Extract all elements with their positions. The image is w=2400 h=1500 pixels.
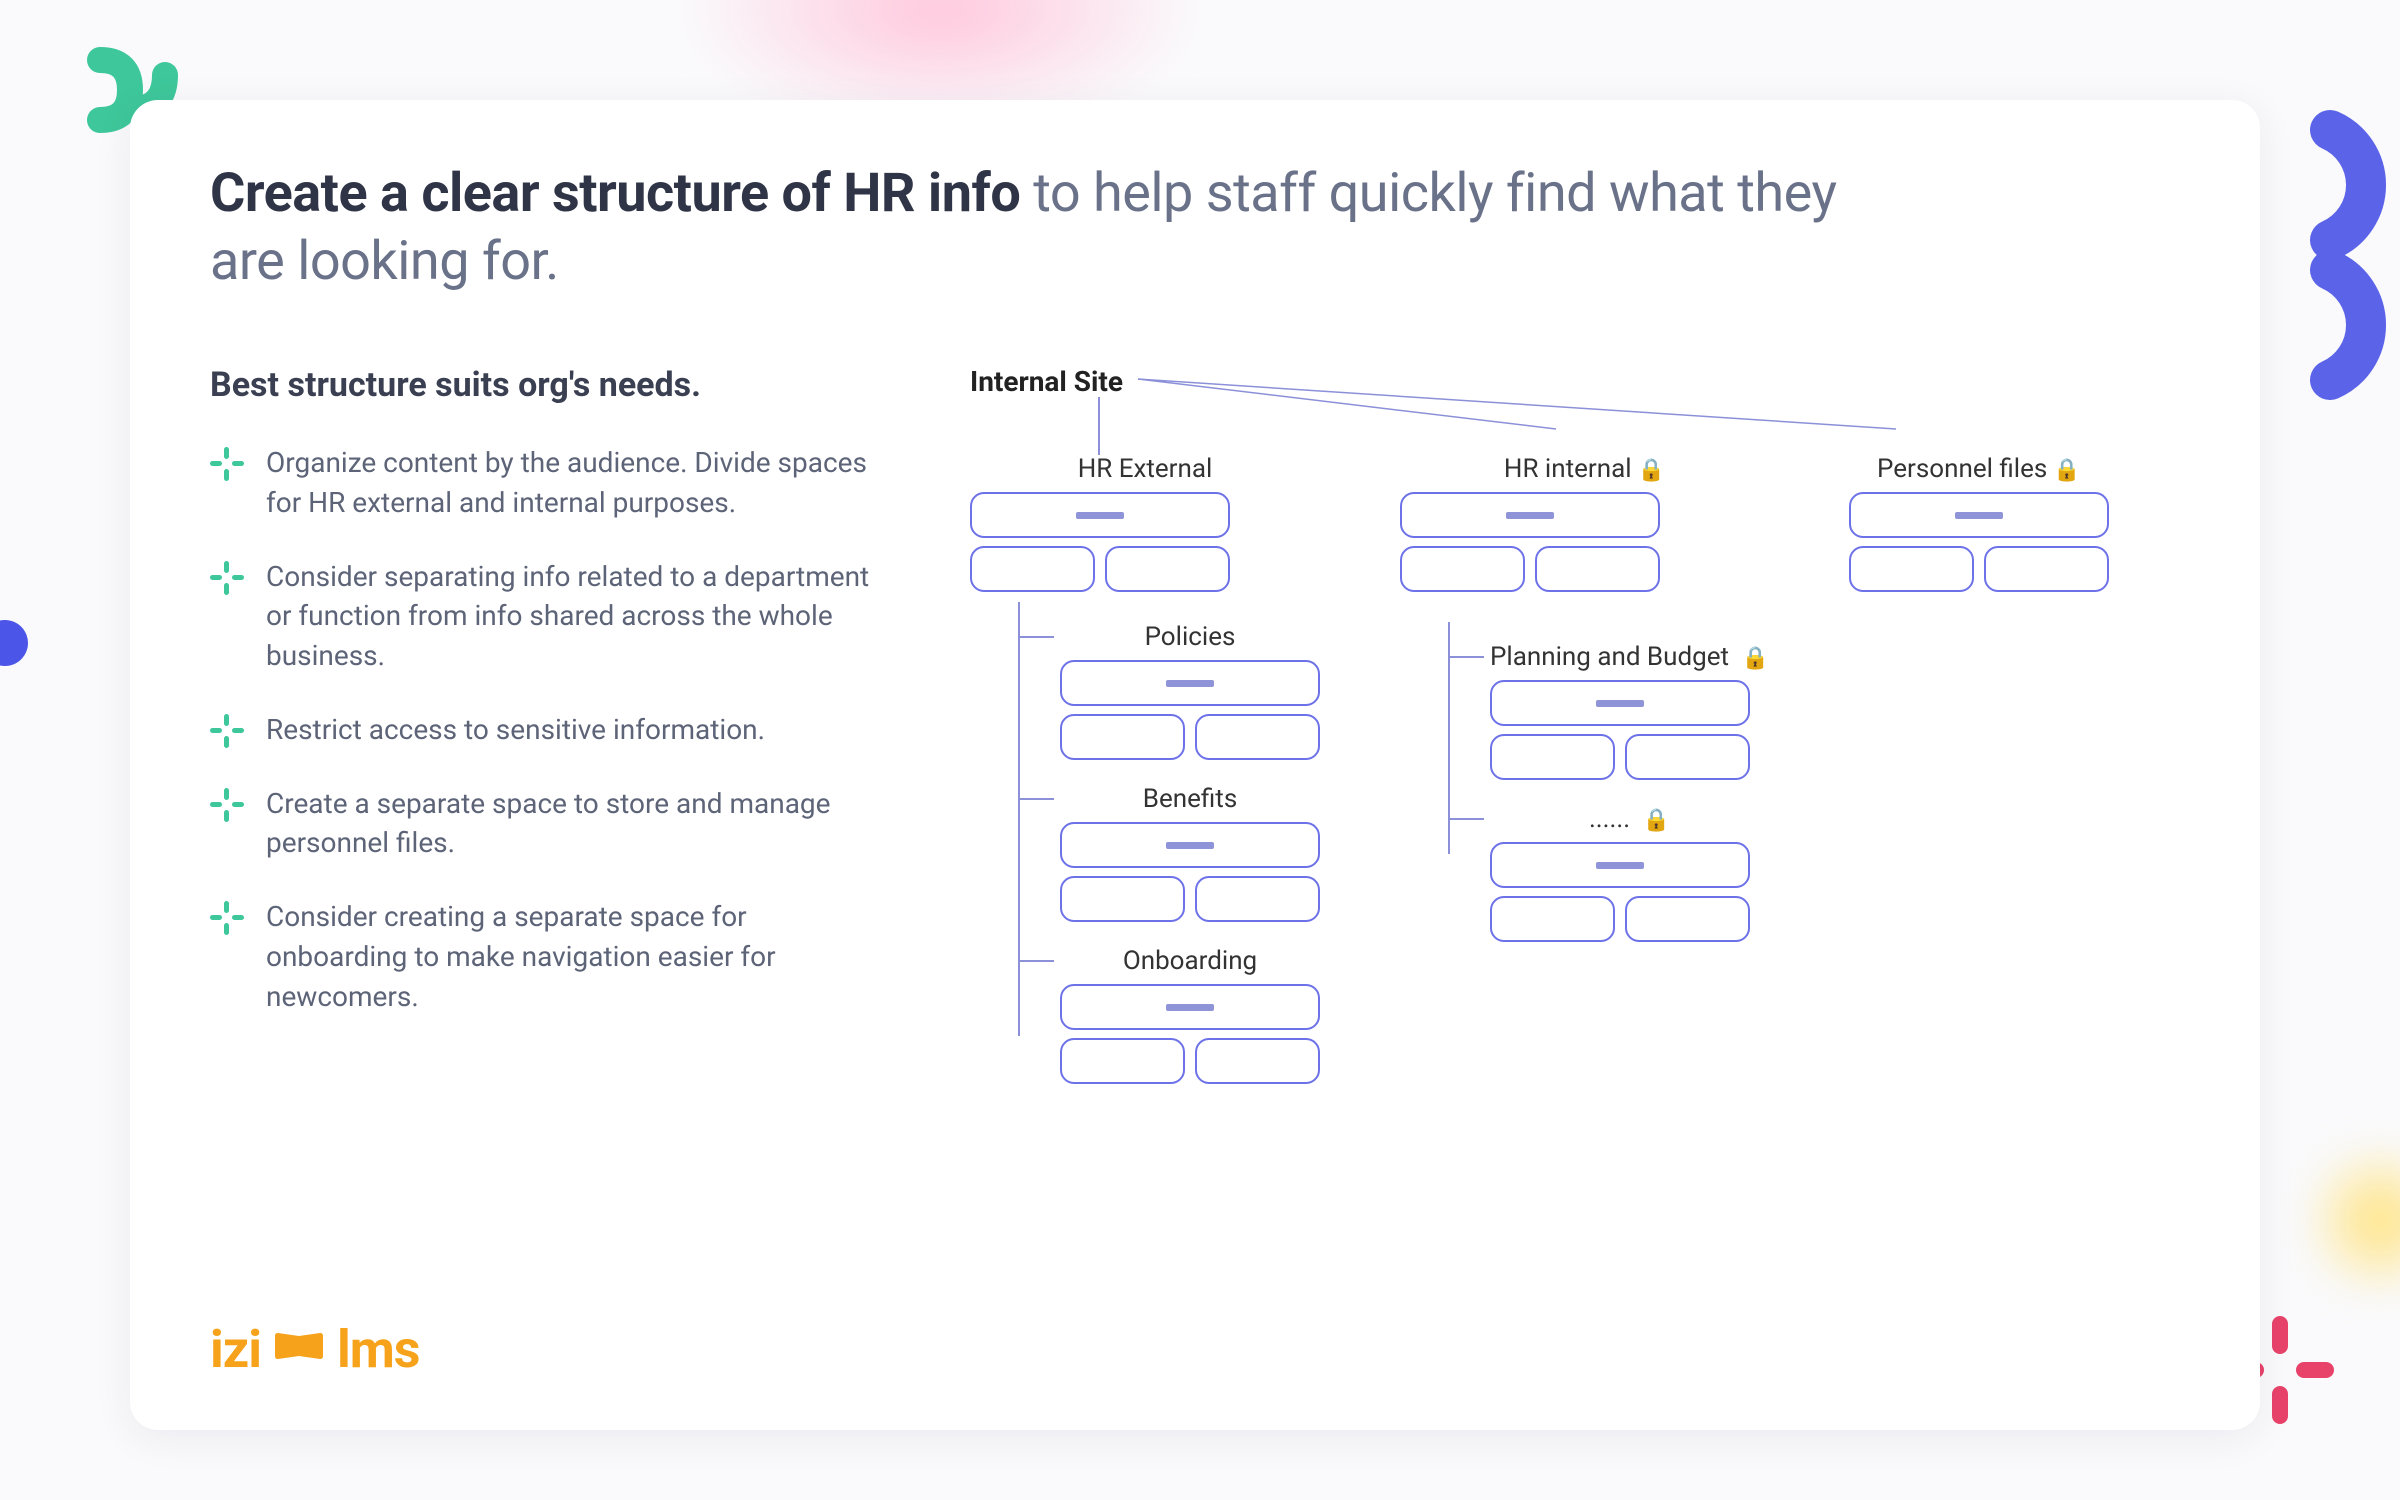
lock-icon: 🔒 (1643, 808, 1670, 833)
placeholder-pill (1195, 1038, 1320, 1084)
tree-child: Onboarding (1060, 946, 1320, 1084)
node-block (1849, 492, 2109, 592)
bullet-text: Restrict access to sensitive information… (266, 710, 765, 750)
lock-icon: 🔒 (1741, 646, 1768, 671)
decoration-yellow-glow (2300, 1140, 2400, 1300)
logo-text-left: izi (210, 1319, 261, 1380)
placeholder-pill (1195, 714, 1320, 760)
placeholder-pill (1849, 546, 1974, 592)
plus-icon (210, 447, 244, 481)
placeholder-pill (1060, 714, 1185, 760)
placeholder-pill (1625, 896, 1750, 942)
bullet-item: Consider separating info related to a de… (210, 557, 890, 676)
bullet-text: Create a separate space to store and man… (266, 784, 890, 864)
placeholder-pill (970, 492, 1230, 538)
node-label: Policies (1060, 622, 1320, 652)
graduation-cap-icon (275, 1332, 323, 1368)
plus-icon (210, 714, 244, 748)
bullet-text: Organize content by the audience. Divide… (266, 443, 890, 523)
decoration-blue-dot (0, 620, 28, 666)
tree-child: Policies (1060, 622, 1320, 760)
placeholder-pill (1060, 822, 1320, 868)
node-block (970, 492, 1230, 592)
plus-icon (210, 901, 244, 935)
placeholder-pill (1060, 984, 1320, 1030)
plus-icon (210, 561, 244, 595)
structure-diagram: Internal Site HR External (950, 365, 2180, 1084)
tree-root-label: Internal Site (970, 365, 2180, 398)
lock-icon: 🔒 (2053, 458, 2080, 483)
bullet-item: Consider creating a separate space for o… (210, 897, 890, 1016)
node-block (1060, 660, 1320, 760)
plus-icon (210, 788, 244, 822)
node-block (1490, 842, 1750, 942)
bullet-item: Create a separate space to store and man… (210, 784, 890, 864)
tree-child: ...... 🔒 (1490, 804, 1769, 942)
placeholder-pill (1490, 680, 1750, 726)
decoration-blue-arcs (2270, 100, 2400, 460)
node-block (1060, 984, 1320, 1084)
node-label: HR External (970, 454, 1320, 484)
placeholder-pill (1490, 896, 1615, 942)
placeholder-pill (1060, 660, 1320, 706)
tree-column-2: HR internal🔒 Planning and Budget 🔒 (1400, 454, 1769, 1084)
node-label: Onboarding (1060, 946, 1320, 976)
placeholder-pill (1060, 876, 1185, 922)
node-block (1490, 680, 1750, 780)
placeholder-pill (1849, 492, 2109, 538)
placeholder-pill (1535, 546, 1660, 592)
bullet-text: Consider separating info related to a de… (266, 557, 890, 676)
placeholder-pill (1105, 546, 1230, 592)
placeholder-pill (1400, 546, 1525, 592)
node-block (1400, 492, 1660, 592)
tree-column-3: Personnel files🔒 (1849, 454, 2109, 1084)
node-label: ...... 🔒 (1490, 804, 1769, 834)
tree-vertical-line (1098, 397, 1100, 455)
placeholder-pill (1400, 492, 1660, 538)
brand-logo: izi lms (210, 1319, 420, 1380)
bullet-text: Consider creating a separate space for o… (266, 897, 890, 1016)
placeholder-pill (1490, 842, 1750, 888)
sub-heading: Best structure suits org's needs. (210, 365, 890, 405)
placeholder-pill (1490, 734, 1615, 780)
node-block (1060, 822, 1320, 922)
bullet-item: Organize content by the audience. Divide… (210, 443, 890, 523)
placeholder-pill (1060, 1038, 1185, 1084)
placeholder-pill (1625, 734, 1750, 780)
node-label: Benefits (1060, 784, 1320, 814)
content-card: Create a clear structure of HR info to h… (130, 100, 2260, 1430)
bullet-item: Restrict access to sensitive information… (210, 710, 890, 750)
headline: Create a clear structure of HR info to h… (210, 160, 1910, 295)
lock-icon: 🔒 (1638, 458, 1665, 483)
tree-column-1: HR External Policies (970, 454, 1320, 1084)
tree-child: Planning and Budget 🔒 (1490, 642, 1769, 780)
placeholder-pill (970, 546, 1095, 592)
node-label: Planning and Budget 🔒 (1490, 642, 1769, 672)
placeholder-pill (1195, 876, 1320, 922)
headline-bold: Create a clear structure of HR info (210, 162, 1020, 225)
tree-child: Benefits (1060, 784, 1320, 922)
logo-text-right: lms (337, 1319, 420, 1380)
node-label: HR internal🔒 (1400, 454, 1769, 484)
node-label: Personnel files🔒 (1849, 454, 2109, 484)
left-column: Best structure suits org's needs. Organi… (210, 365, 890, 1084)
placeholder-pill (1984, 546, 2109, 592)
